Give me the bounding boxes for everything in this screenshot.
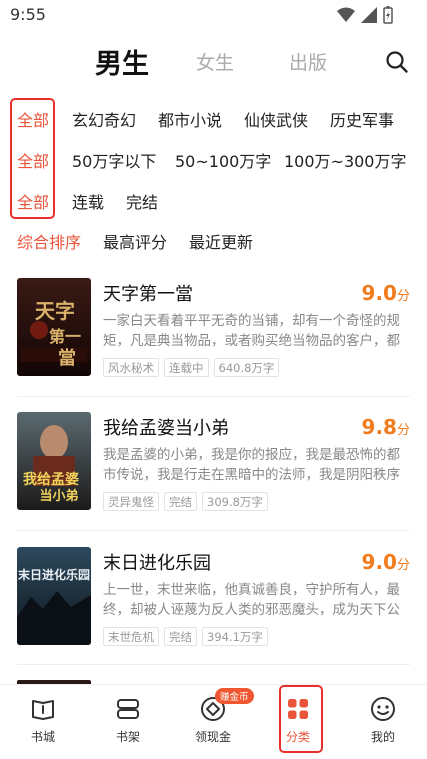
book-cover[interactable]: 天字 第一 當: [17, 278, 91, 376]
book-tag: 640.8万字: [213, 358, 280, 377]
channel-tabs: 男生 女生 出版: [0, 40, 427, 90]
signal-icon: [361, 7, 377, 23]
book-score: 9.0分: [361, 281, 410, 305]
sort-comprehensive[interactable]: 综合排序: [17, 229, 81, 253]
svg-text:末日进化乐园: 末日进化乐园: [18, 567, 90, 582]
book-list-item[interactable]: 我给孟婆 当小弟 我给孟婆当小弟 9.8分 我是孟婆的小弟，我是你的报应，我是最…: [0, 412, 427, 547]
book-tags: 灵异鬼怪 完结 309.8万字: [103, 492, 268, 511]
book-tag: 394.1万字: [202, 627, 268, 646]
book-cover[interactable]: 我给孟婆 当小弟: [17, 412, 91, 510]
book-score: 9.8分: [361, 415, 410, 439]
nav-label: 书城: [30, 730, 55, 744]
book-tag: 末世危机: [103, 627, 159, 646]
status-icons: [337, 6, 393, 24]
battery-icon: [383, 6, 393, 24]
sort-recent-update[interactable]: 最近更新: [189, 229, 253, 253]
all-filters-highlight-box: [10, 98, 55, 219]
book-tag: 完结: [164, 492, 197, 511]
divider: [17, 396, 410, 397]
bottom-navigation: 书城 书架 领现金 赚金币 分类 我的: [0, 684, 427, 759]
book-list-item[interactable]: 末日进化乐园 末日进化乐园 9.0分 上一世，末世来临，他真诚善良，守护所有人，…: [0, 547, 427, 682]
filter-genre-option[interactable]: 都市小说: [158, 107, 222, 131]
wifi-icon: [337, 7, 355, 22]
coin-badge: 赚金币: [215, 688, 254, 704]
filter-genre-option[interactable]: 玄幻奇幻: [72, 107, 136, 131]
book-tag: 连载中: [164, 358, 209, 377]
book-score: 9.0分: [361, 550, 410, 574]
category-nav-highlight-box: [279, 685, 323, 753]
book-list-item[interactable]: 天字 第一 當 天字第一當 9.0分 一家白天看着平平无奇的当铺，却有一个奇怪的…: [0, 278, 427, 413]
search-icon[interactable]: [385, 50, 409, 74]
filter-genre-option[interactable]: 仙侠武侠: [244, 107, 308, 131]
nav-label: 书架: [115, 730, 140, 744]
book-title: 我给孟婆当小弟: [103, 418, 229, 439]
tab-male[interactable]: 男生: [95, 42, 149, 81]
book-tag: 309.8万字: [202, 492, 268, 511]
book-cover[interactable]: 末日进化乐园: [17, 547, 91, 645]
filter-status-option[interactable]: 连载: [72, 189, 104, 213]
svg-text:當: 當: [58, 347, 76, 369]
book-tag: 风水秘术: [103, 358, 159, 377]
nav-label: 我的: [370, 730, 395, 744]
bookshelf-icon: [117, 699, 139, 719]
status-bar: 9:55: [0, 0, 427, 30]
sort-row: 综合排序 最高评分 最近更新: [0, 229, 427, 253]
book-description: 上一世，末世来临，他真诚善良，守护所有人，最终，却被人诬蔑为反人类的邪恶魔头，成…: [103, 582, 400, 618]
filter-wordcount-option[interactable]: 50万字以下: [72, 148, 156, 172]
book-tags: 末世危机 完结 394.1万字: [103, 627, 268, 646]
book-open-icon: [32, 700, 54, 720]
status-time: 9:55: [10, 5, 46, 24]
nav-cash[interactable]: 领现金 赚金币: [183, 688, 254, 745]
genre-filter-row: 全部 玄幻奇幻 都市小说 仙侠武侠 历史军事: [0, 107, 427, 139]
smiley-face-icon: [371, 697, 395, 721]
wordcount-filter-row: 全部 50万字以下 50~100万字 100万~300万字: [0, 148, 427, 180]
svg-text:第一: 第一: [49, 327, 81, 346]
sort-top-rated[interactable]: 最高评分: [103, 229, 167, 253]
book-description: 我是孟婆的小弟，我是你的报应，我是最恐怖的都市传说，我是行走在黑暗中的法师，我是…: [103, 447, 400, 483]
status-filter-row: 全部 连载 完结: [0, 189, 427, 221]
book-title: 末日进化乐园: [103, 553, 211, 574]
divider: [17, 530, 410, 531]
svg-text:天字: 天字: [35, 299, 75, 323]
nav-label: 领现金: [194, 730, 231, 744]
filter-wordcount-option[interactable]: 100万~300万字: [284, 148, 407, 172]
tab-publish[interactable]: 出版: [289, 48, 327, 75]
book-tag: 灵异鬼怪: [103, 492, 159, 511]
filter-status-option[interactable]: 完结: [126, 189, 158, 213]
nav-profile[interactable]: 我的: [353, 695, 413, 745]
book-tags: 风水秘术 连载中 640.8万字: [103, 358, 280, 377]
book-title: 天字第一當: [103, 284, 193, 305]
svg-text:我给孟婆: 我给孟婆: [23, 471, 79, 488]
tab-female[interactable]: 女生: [196, 48, 234, 75]
divider: [17, 664, 410, 665]
nav-bookshelf[interactable]: 书架: [98, 695, 158, 745]
nav-bookstore[interactable]: 书城: [13, 695, 73, 745]
book-description: 一家白天看着平平无奇的当铺，却有一个奇怪的规矩，凡是典当物品，或者购买绝当物品的…: [103, 313, 400, 349]
filter-wordcount-option[interactable]: 50~100万字: [175, 148, 271, 172]
book-tag: 完结: [164, 627, 197, 646]
filter-genre-option[interactable]: 历史军事: [330, 107, 394, 131]
svg-text:当小弟: 当小弟: [39, 488, 78, 504]
